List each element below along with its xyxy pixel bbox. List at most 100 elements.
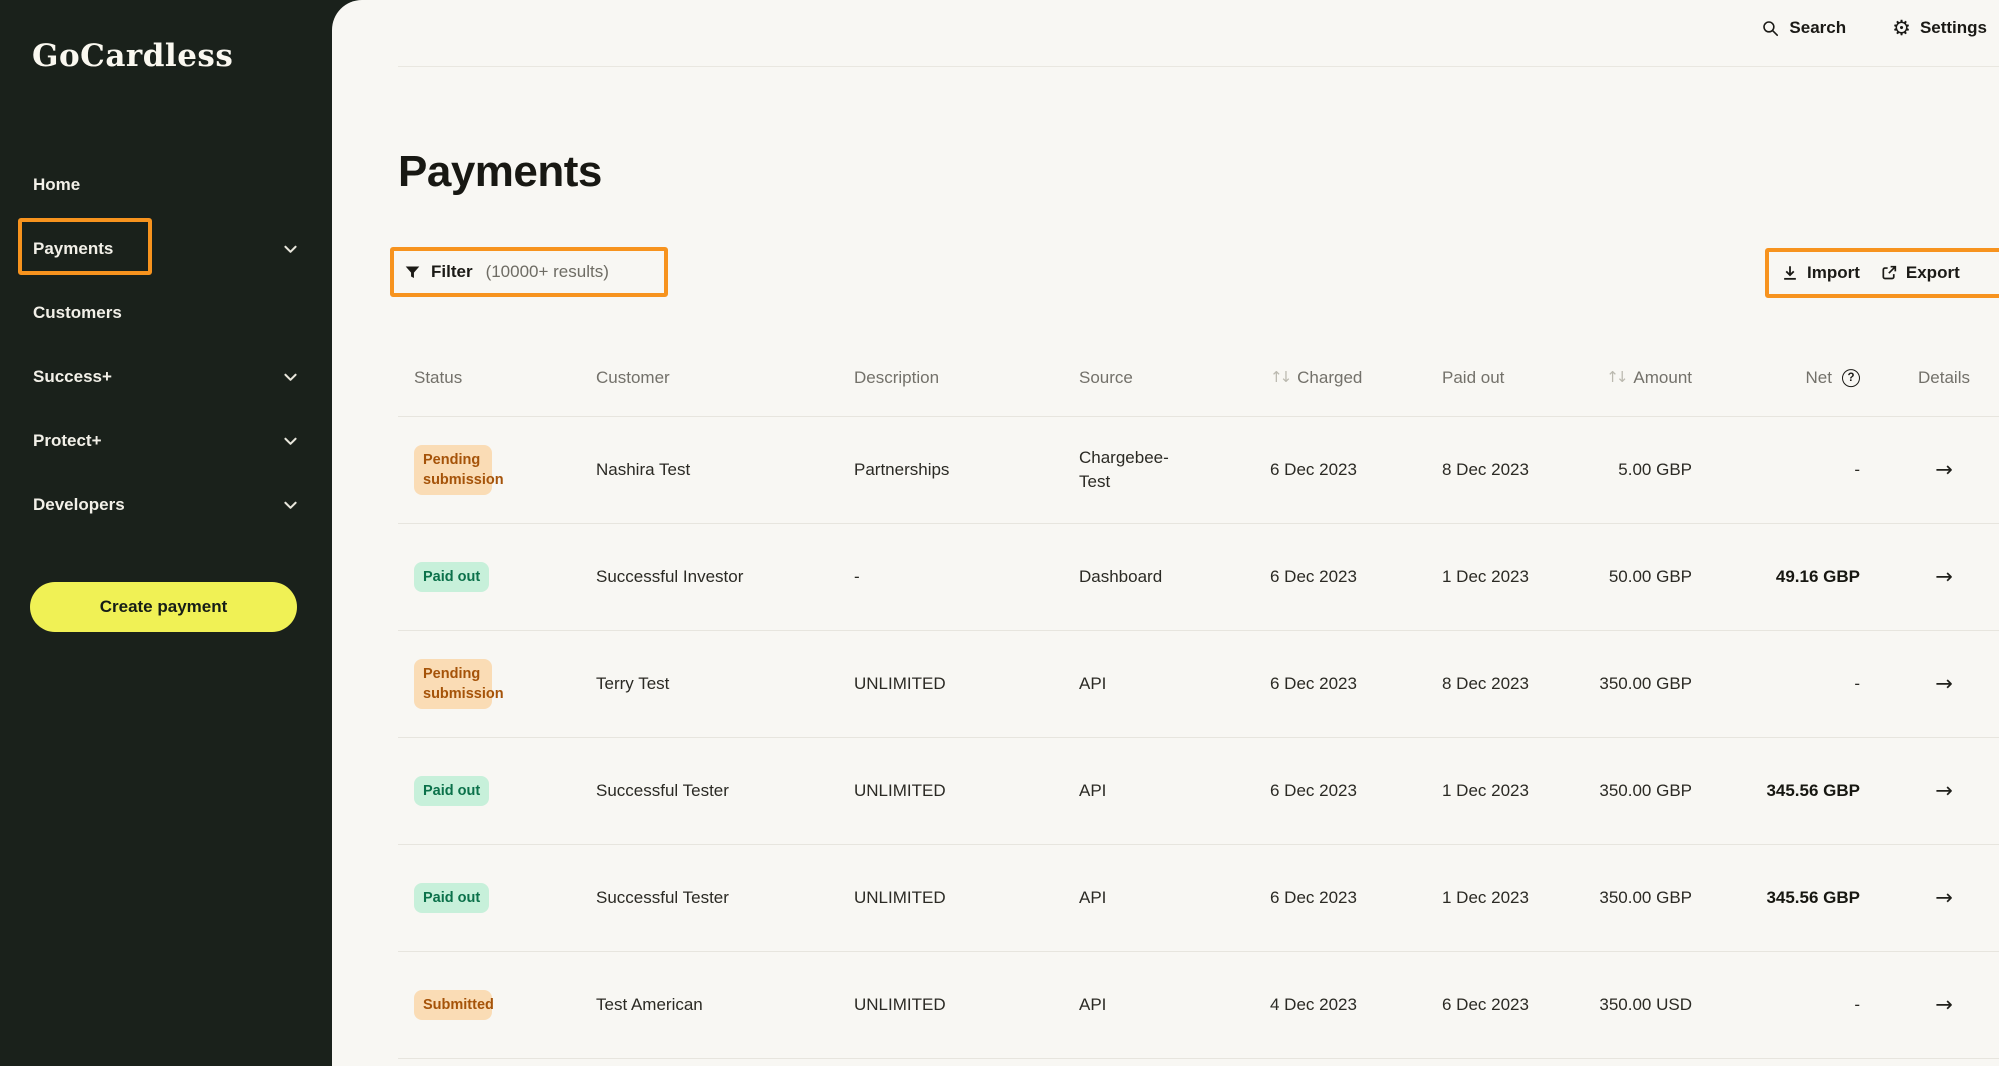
row-details-arrow-icon[interactable]: → [1935,992,1953,1016]
sidebar-item-label: Developers [33,495,125,515]
export-label: Export [1906,263,1960,283]
cell-description: UNLIMITED [854,779,946,803]
cell-amount: 350.00 GBP [1544,672,1692,696]
table-body: Pending submission Nashira Test Partners… [398,417,1999,1059]
cell-description: Partnerships [854,458,949,482]
cell-description: UNLIMITED [854,672,946,696]
cell-charged: 6 Dec 2023 [1270,672,1410,696]
chevron-down-icon [282,497,299,514]
cell-customer: Successful Tester [596,779,729,803]
cell-net: 345.56 GBP [1698,779,1860,803]
status-badge: Paid out [414,562,489,592]
export-external-link-icon [1880,264,1898,282]
header-net-label: Net [1806,366,1832,390]
row-details-arrow-icon[interactable]: → [1935,885,1953,909]
sidebar-item-protect[interactable]: Protect+ [33,426,299,456]
search-button[interactable]: Search [1761,18,1846,38]
chevron-down-icon [282,369,299,386]
cell-source: API [1079,779,1199,803]
topbar: Search ⚙ Settings [1761,0,1987,56]
sidebar-item-label: Payments [33,239,113,259]
header-net: Net ? [1698,366,1860,390]
cell-customer: Successful Tester [596,886,729,910]
cell-charged: 6 Dec 2023 [1270,886,1410,910]
header-description: Description [854,366,939,390]
gocardless-logo: GoCardless [32,38,233,74]
cell-paid-out: 8 Dec 2023 [1442,458,1534,482]
header-source: Source [1079,366,1199,390]
sidebar-item-success[interactable]: Success+ [33,362,299,392]
table-row[interactable]: Pending submission Nashira Test Partners… [398,417,1999,524]
page-title: Payments [398,147,602,197]
table-header-row: Status Customer Description Source ↑↓ Ch… [398,340,1999,417]
sidebar-item-customers[interactable]: Customers [33,298,299,328]
import-export-annotation-box: Import Export [1765,248,1999,298]
filter-results-count: (10000+ results) [486,262,609,282]
sidebar-item-developers[interactable]: Developers [33,490,299,520]
table-row[interactable]: Paid out Successful Tester UNLIMITED API… [398,738,1999,845]
status-badge: Pending submission [414,445,492,495]
header-charged-label: Charged [1297,366,1362,390]
row-details-arrow-icon[interactable]: → [1935,778,1953,802]
settings-label: Settings [1920,18,1987,38]
cell-source: Dashboard [1079,565,1199,589]
table-row[interactable]: Submitted Test American UNLIMITED API 4 … [398,952,1999,1059]
export-button[interactable]: Export [1880,263,1960,283]
cell-net: 345.56 GBP [1698,886,1860,910]
app-root: GoCardless Home Payments Customers Succe… [0,0,1999,1066]
help-icon[interactable]: ? [1842,369,1860,387]
header-details: Details [1908,366,1980,390]
table-row[interactable]: Paid out Successful Investor - Dashboard… [398,524,1999,631]
status-badge: Paid out [414,883,489,913]
cell-charged: 4 Dec 2023 [1270,993,1410,1017]
cell-amount: 350.00 GBP [1544,886,1692,910]
cell-net: - [1698,993,1860,1017]
sidebar: GoCardless Home Payments Customers Succe… [0,0,332,1066]
status-badge: Pending submission [414,659,492,709]
sidebar-item-home[interactable]: Home [33,170,299,200]
sidebar-nav: Home Payments Customers Success+ Protect… [33,170,299,554]
cell-paid-out: 1 Dec 2023 [1442,779,1534,803]
filter-label: Filter [431,262,473,282]
row-details-arrow-icon[interactable]: → [1935,564,1953,588]
table-row[interactable]: Pending submission Terry Test UNLIMITED … [398,631,1999,738]
cell-source: API [1079,993,1199,1017]
sort-icon: ↑↓ [1606,367,1625,388]
table-row[interactable]: Paid out Successful Tester UNLIMITED API… [398,845,1999,952]
cell-paid-out: 6 Dec 2023 [1442,993,1534,1017]
cell-customer: Test American [596,993,703,1017]
cell-customer: Nashira Test [596,458,690,482]
cell-paid-out: 1 Dec 2023 [1442,886,1534,910]
filter-annotation-box: Filter (10000+ results) [390,247,668,297]
sidebar-item-payments[interactable]: Payments [33,234,299,264]
cell-amount: 350.00 GBP [1544,779,1692,803]
import-download-icon [1781,264,1799,282]
status-badge: Paid out [414,776,489,806]
cell-net: 49.16 GBP [1698,565,1860,589]
filter-button[interactable]: Filter (10000+ results) [394,262,609,282]
cell-amount: 50.00 GBP [1544,565,1692,589]
search-icon [1761,19,1780,38]
row-details-arrow-icon[interactable]: → [1935,457,1953,481]
cell-customer: Successful Investor [596,565,743,589]
header-status: Status [414,366,462,390]
row-details-arrow-icon[interactable]: → [1935,671,1953,695]
cell-amount: 350.00 USD [1544,993,1692,1017]
cell-charged: 6 Dec 2023 [1270,779,1410,803]
chevron-down-icon [282,433,299,450]
header-amount[interactable]: ↑↓ Amount [1544,366,1692,390]
chevron-down-icon [282,241,299,258]
sidebar-item-label: Protect+ [33,431,102,451]
import-button[interactable]: Import [1781,263,1860,283]
create-payment-button[interactable]: Create payment [30,582,297,632]
status-badge: Submitted [414,990,492,1020]
cell-charged: 6 Dec 2023 [1270,458,1410,482]
header-charged[interactable]: ↑↓ Charged [1270,366,1410,390]
cell-paid-out: 8 Dec 2023 [1442,672,1534,696]
cell-description: - [854,565,860,589]
cell-description: UNLIMITED [854,993,946,1017]
header-customer: Customer [596,366,670,390]
topbar-divider [398,66,1999,67]
settings-button[interactable]: ⚙ Settings [1892,18,1987,39]
search-label: Search [1789,18,1846,38]
